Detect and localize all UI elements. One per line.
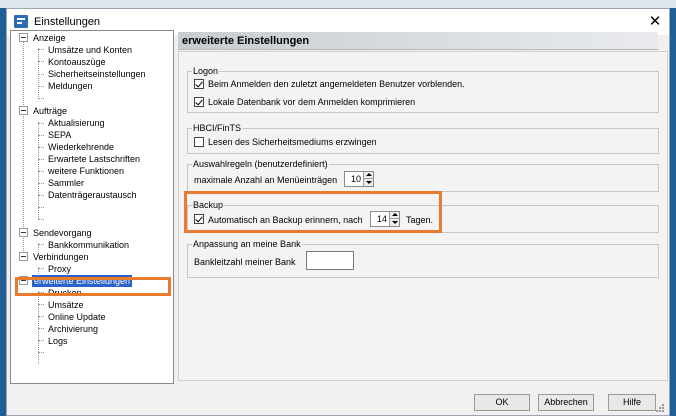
tree-item-archivierung[interactable]: Archivierung (48, 323, 98, 335)
background-window-strip (0, 0, 676, 8)
collapse-icon[interactable] (19, 228, 28, 237)
checkbox-backup-reminder[interactable] (194, 214, 204, 224)
tree-item-erweiterte-einstellungen[interactable]: erweiterte Einstellungen (32, 275, 133, 287)
group-logon: Logon Beim Anmelden den zuletzt angemeld… (187, 66, 659, 113)
tree-item-sendevorgang[interactable]: Sendevorgang (33, 227, 92, 239)
tree-item-verbindungen[interactable]: Verbindungen (33, 251, 89, 263)
ok-button[interactable]: OK (474, 394, 530, 411)
tree-item-kontoauszuege[interactable]: Kontoauszüge (48, 56, 106, 68)
spinner-up-icon[interactable] (389, 212, 399, 219)
collapse-icon[interactable] (19, 33, 28, 42)
panel-body: Logon Beim Anmelden den zuletzt angemeld… (178, 51, 668, 381)
tree-item-auftraege[interactable]: Aufträge (33, 105, 67, 117)
group-backup: Backup Automatisch an Backup erinnern, n… (187, 200, 659, 233)
spinner-backup-days[interactable]: 14 (370, 211, 400, 227)
tree-item-aktualisierung[interactable]: Aktualisierung (48, 117, 105, 129)
group-title-backup: Backup (192, 200, 225, 211)
group-title-hbci: HBCI/FinTS (192, 123, 243, 134)
help-button[interactable]: Hilfe (608, 394, 656, 411)
spinner-down-icon[interactable] (363, 179, 373, 186)
tree-item-proxy[interactable]: Proxy (48, 263, 71, 275)
close-button[interactable]: ✕ (645, 12, 665, 32)
resize-grip-icon[interactable] (656, 404, 664, 412)
window-title: Einstellungen (34, 16, 101, 28)
app-icon (14, 15, 28, 28)
collapse-icon[interactable] (19, 252, 28, 261)
tree-item-anzeige[interactable]: Anzeige (33, 32, 66, 44)
group-title-logon: Logon (192, 66, 220, 77)
spinner-max-menu-value: 10 (350, 174, 361, 184)
collapse-icon[interactable] (19, 106, 28, 115)
tree-item-sicherheit[interactable]: Sicherheitseinstellungen (48, 68, 146, 80)
spinner-max-menu[interactable]: 10 (344, 171, 374, 187)
blz-input[interactable] (306, 251, 354, 270)
group-hbci: HBCI/FinTS Lesen des Sicherheitsmediums … (187, 123, 659, 154)
tree-item-lastschriften[interactable]: Erwartete Lastschriften (48, 153, 140, 165)
tree-item-sepa[interactable]: SEPA (48, 129, 71, 141)
group-title-bank: Anpassung an meine Bank (192, 239, 302, 250)
settings-tree[interactable]: Anzeige Umsätze und Konten Kontoauszüge … (10, 30, 174, 384)
cancel-button[interactable]: Abbrechen (538, 394, 594, 411)
group-auswahlregeln: Auswahlregeln (benutzerdefiniert) maxima… (187, 159, 659, 192)
tree-item-bankkommunikation[interactable]: Bankkommunikation (48, 239, 129, 251)
checkbox-last-user[interactable] (194, 79, 204, 89)
panel-header: erweiterte Einstellungen (178, 32, 658, 50)
label-force-medium: Lesen des Sicherheitsmediums erzwingen (208, 137, 377, 147)
tree-item-wiederkehrende[interactable]: Wiederkehrende (48, 141, 114, 153)
checkbox-compress-db[interactable] (194, 97, 204, 107)
spinner-backup-days-value: 14 (376, 214, 387, 224)
spinner-down-icon[interactable] (389, 219, 399, 226)
tree-item-online-update[interactable]: Online Update (48, 311, 106, 323)
tree-item-meldungen[interactable]: Meldungen (48, 80, 93, 92)
tree-item-umsaetze[interactable]: Umsätze (48, 299, 84, 311)
collapse-icon[interactable] (19, 276, 28, 285)
label-blz: Bankleitzahl meiner Bank (194, 257, 296, 267)
tree-item-datentraeger[interactable]: Datenträgeraustausch (48, 189, 137, 201)
label-compress-db: Lokale Datenbank vor dem Anmelden kompri… (208, 97, 416, 107)
label-backup-reminder: Automatisch an Backup erinnern, nach (208, 215, 363, 225)
tree-item-drucken[interactable]: Drucken (48, 287, 82, 299)
group-title-auswahlregeln: Auswahlregeln (benutzerdefiniert) (192, 159, 329, 170)
tree-item-umsaetze-konten[interactable]: Umsätze und Konten (48, 44, 132, 56)
tree-item-weitere-funktionen[interactable]: weitere Funktionen (48, 165, 124, 177)
checkbox-force-medium[interactable] (194, 137, 204, 147)
panel-title: erweiterte Einstellungen (182, 35, 310, 47)
tree-item-sammler[interactable]: Sammler (48, 177, 84, 189)
spinner-up-icon[interactable] (363, 172, 373, 179)
label-last-user: Beim Anmelden den zuletzt angemeldeten B… (208, 79, 465, 89)
group-bank: Anpassung an meine Bank Bankleitzahl mei… (187, 239, 659, 278)
tree-item-logs[interactable]: Logs (48, 335, 68, 347)
label-backup-days: Tagen. (406, 215, 434, 225)
label-max-menu: maximale Anzahl an Menüeinträgen (194, 175, 338, 185)
